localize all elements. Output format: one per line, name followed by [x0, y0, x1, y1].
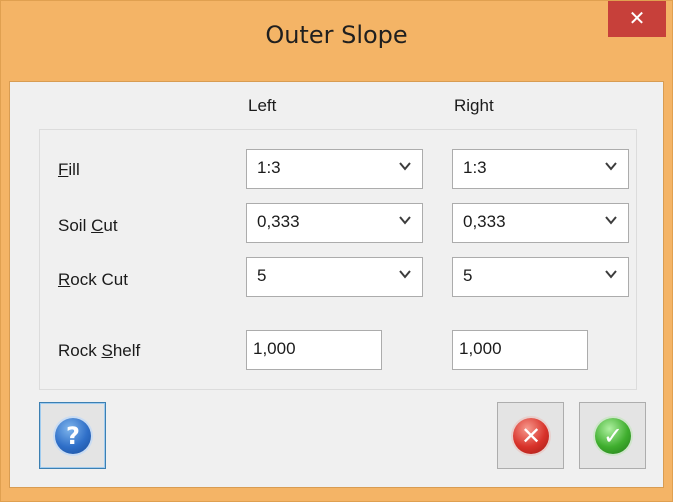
fill-right-dropdown[interactable]: 1:3: [452, 149, 629, 189]
fill-left-dropdown[interactable]: 1:3: [246, 149, 423, 189]
ok-button[interactable]: ✓: [579, 402, 646, 469]
cancel-button[interactable]: ✕: [497, 402, 564, 469]
fill-right-value: 1:3: [463, 158, 487, 177]
fill-left-value: 1:3: [257, 158, 281, 177]
rock-cut-label: Rock Cut: [58, 270, 128, 289]
rock-shelf-right-input[interactable]: 1,000: [452, 330, 588, 370]
help-icon: ?: [55, 418, 91, 454]
left-column-header: Left: [248, 96, 277, 115]
right-column-header: Right: [454, 96, 494, 115]
cancel-icon: ✕: [513, 418, 549, 454]
dialog-client-area: Left Right Fill 1:3 1:3 Soil Cut 0,333 0…: [9, 81, 664, 488]
rock-shelf-label: Rock Shelf: [58, 341, 141, 360]
fill-mnemonic: F: [58, 160, 69, 179]
soil-cut-right-value: 0,333: [463, 212, 506, 231]
rock-cut-right-value: 5: [463, 266, 473, 285]
title-bar[interactable]: Outer Slope ✕: [1, 1, 672, 81]
chevron-down-icon[interactable]: [602, 267, 620, 285]
close-icon: ✕: [628, 6, 646, 30]
chevron-down-icon[interactable]: [602, 159, 620, 177]
soil-cut-left-value: 0,333: [257, 212, 300, 231]
soil-cut-left-dropdown[interactable]: 0,333: [246, 203, 423, 243]
ok-check-icon: ✓: [595, 418, 631, 454]
outer-slope-dialog: Outer Slope ✕ Left Right Fill 1:3 1:3 So…: [0, 0, 673, 502]
window-title: Outer Slope: [265, 21, 408, 49]
rock-shelf-right-value: 1,000: [459, 339, 502, 358]
fill-label: Fill: [58, 160, 80, 179]
soil-cut-mnemonic: C: [91, 216, 104, 235]
chevron-down-icon[interactable]: [396, 159, 414, 177]
chevron-down-icon[interactable]: [396, 213, 414, 231]
help-button[interactable]: ?: [39, 402, 106, 469]
chevron-down-icon[interactable]: [602, 213, 620, 231]
rock-cut-left-value: 5: [257, 266, 267, 285]
rock-cut-mnemonic: R: [58, 270, 71, 289]
soil-cut-label: Soil Cut: [58, 216, 118, 235]
rock-shelf-mnemonic: S: [101, 341, 113, 360]
rock-shelf-left-input[interactable]: 1,000: [246, 330, 382, 370]
chevron-down-icon[interactable]: [396, 267, 414, 285]
close-button[interactable]: ✕: [608, 1, 666, 37]
rock-cut-right-dropdown[interactable]: 5: [452, 257, 629, 297]
rock-shelf-left-value: 1,000: [253, 339, 296, 358]
rock-cut-left-dropdown[interactable]: 5: [246, 257, 423, 297]
soil-cut-right-dropdown[interactable]: 0,333: [452, 203, 629, 243]
